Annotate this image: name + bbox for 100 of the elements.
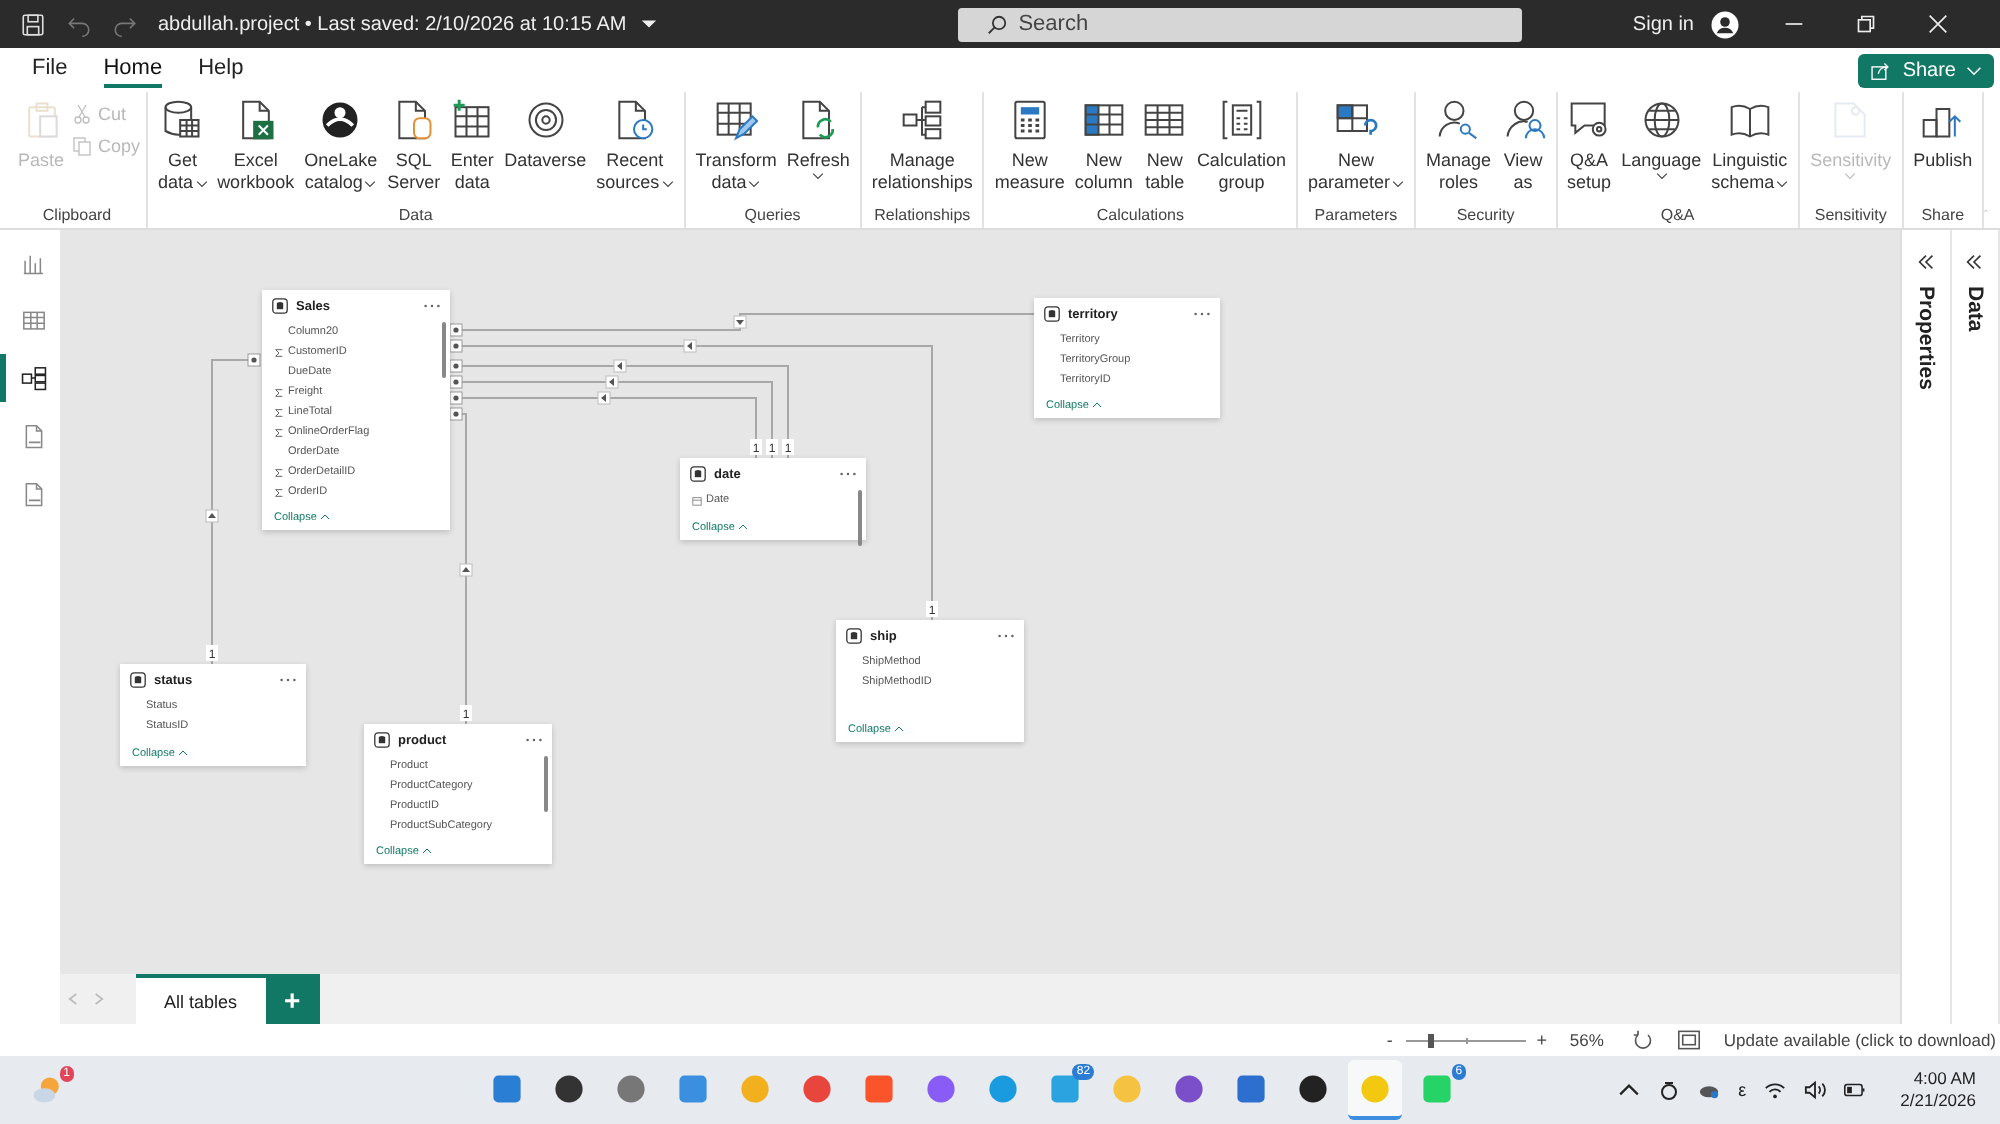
ribbon-button[interactable]: View as	[1497, 98, 1550, 194]
group-label: Security	[1456, 206, 1515, 224]
ribbon-button[interactable]: Calculation group	[1192, 98, 1290, 194]
swirl-icon	[523, 98, 568, 142]
avatar-icon[interactable]	[1710, 9, 1740, 39]
ribbon-button[interactable]: New parameter	[1303, 98, 1408, 194]
relationship-line[interactable]	[461, 397, 757, 459]
restore-icon[interactable]	[1856, 14, 1876, 34]
app-icon	[1234, 1071, 1269, 1105]
bracketed-calculator-icon	[1219, 98, 1264, 142]
clock-date[interactable]: 2/21/2026	[1900, 1090, 1976, 1112]
chevron-up-icon[interactable]	[1618, 1080, 1641, 1100]
ribbon-button[interactable]: Enter data	[446, 98, 499, 194]
app-icon	[676, 1071, 711, 1105]
table-icon	[690, 466, 706, 482]
pane-title[interactable]: Data	[1962, 286, 1987, 332]
group-label: Share	[1921, 206, 1965, 224]
relationship-line[interactable]	[461, 365, 789, 459]
ribbon-button[interactable]: Publish	[1909, 98, 1977, 172]
relationship-line[interactable]	[211, 359, 249, 665]
many-end-icon	[247, 353, 261, 367]
relationship-line[interactable]	[461, 313, 1035, 331]
ribbon-button[interactable]: SQL Server	[383, 98, 445, 194]
ribbon-button[interactable]: Transform data	[691, 98, 781, 194]
table-column-icon	[1081, 98, 1126, 142]
scroll-thumb[interactable]	[442, 322, 446, 378]
table-icon	[130, 672, 146, 688]
pane-title[interactable]: Properties	[1913, 286, 1938, 390]
menu-tab[interactable]: File	[32, 52, 68, 88]
save-icon[interactable]	[20, 11, 46, 37]
caret-icon	[748, 179, 761, 187]
ribbon-button[interactable]: Q&A setup	[1563, 98, 1616, 194]
scroll-thumb[interactable]	[858, 490, 862, 546]
ribbon-button[interactable]: New table	[1138, 98, 1191, 194]
zoom-in-button[interactable]: +	[1533, 1030, 1550, 1050]
update-link[interactable]: Update available (click to download)	[1723, 1030, 1996, 1050]
filter-arrow-icon	[205, 509, 219, 523]
ribbon-button[interactable]: New measure	[990, 98, 1069, 194]
table-pencil-icon	[714, 98, 759, 142]
lake-icon	[318, 98, 363, 142]
ribbon-button[interactable]: Manage roles	[1422, 98, 1496, 194]
group-label: Clipboard	[42, 206, 112, 224]
page-tab[interactable]: All tables	[136, 974, 266, 1024]
caret-icon[interactable]	[640, 18, 659, 30]
add-page-button[interactable]: +	[265, 974, 320, 1024]
caret-icon	[1776, 179, 1789, 187]
wifi-icon[interactable]	[1764, 1080, 1787, 1100]
input-indicator[interactable]: ε	[1738, 1080, 1747, 1100]
file-clock-icon	[612, 98, 657, 142]
caret-icon	[195, 179, 208, 187]
caret-icon	[1966, 65, 1982, 75]
ribbon-button[interactable]: Manage relationships	[867, 98, 977, 194]
ribbon-button[interactable]: Recent sources	[592, 98, 678, 194]
group-label: Calculations	[1096, 206, 1184, 224]
caret-icon	[738, 524, 749, 530]
table-icon	[1044, 306, 1060, 322]
clock-time[interactable]: 4:00 AM	[1913, 1068, 1976, 1090]
expand-icon[interactable]	[1966, 254, 1983, 270]
caret-icon	[1092, 402, 1103, 408]
filter-arrow-icon	[733, 315, 747, 329]
caret-icon	[320, 514, 331, 520]
search-field[interactable]: Search	[958, 7, 1523, 41]
ribbon-button[interactable]: Refresh	[782, 98, 854, 180]
sign-in-button[interactable]: Sign in	[1632, 13, 1694, 35]
calendar-icon	[692, 495, 702, 505]
battery-icon[interactable]	[1844, 1080, 1867, 1100]
table-icon	[1142, 98, 1187, 142]
ribbon-button[interactable]: New column	[1070, 98, 1137, 194]
speaker-icon[interactable]	[1804, 1080, 1827, 1100]
ribbon-button[interactable]: Excel workbook	[213, 98, 299, 194]
scroll-thumb[interactable]	[544, 756, 548, 812]
caret-icon	[1655, 172, 1668, 180]
relationship-line[interactable]	[461, 381, 773, 459]
expand-icon[interactable]	[1917, 254, 1934, 270]
people-icon	[1501, 98, 1546, 142]
group-label: Parameters	[1314, 206, 1398, 224]
window-title: abdullah.project • Last saved: 2/10/2026 at 10:15 AM	[158, 13, 627, 35]
share-button[interactable]: Share	[1858, 53, 1994, 87]
model-view-icon	[19, 364, 47, 392]
reset-icon[interactable]	[1631, 1030, 1654, 1050]
close-icon[interactable]	[1928, 14, 1948, 34]
caret-icon	[812, 172, 825, 180]
fit-to-page-icon[interactable]	[1677, 1030, 1700, 1050]
globe-icon	[1639, 98, 1684, 142]
ring-icon[interactable]	[1658, 1080, 1681, 1100]
table-view-icon	[19, 306, 47, 334]
ribbon-button[interactable]: Dataverse	[500, 98, 591, 172]
cloud-icon[interactable]	[1698, 1080, 1721, 1100]
group-label: Queries	[744, 206, 801, 224]
ribbon-button[interactable]: Language	[1617, 98, 1706, 180]
zoom-out-button[interactable]: -	[1381, 1030, 1398, 1050]
menu-tab[interactable]: Home	[103, 52, 163, 88]
ribbon-button[interactable]: Linguistic schema	[1707, 98, 1793, 194]
filter-arrow-icon	[459, 563, 473, 577]
caret-icon	[1392, 179, 1404, 187]
ribbon-button[interactable]: Get data	[154, 98, 212, 194]
relationship-line[interactable]	[461, 413, 467, 725]
menu-tab[interactable]: Help	[198, 52, 244, 88]
ribbon-button[interactable]: OneLake catalog	[300, 98, 382, 194]
relationship-line[interactable]	[461, 345, 933, 621]
